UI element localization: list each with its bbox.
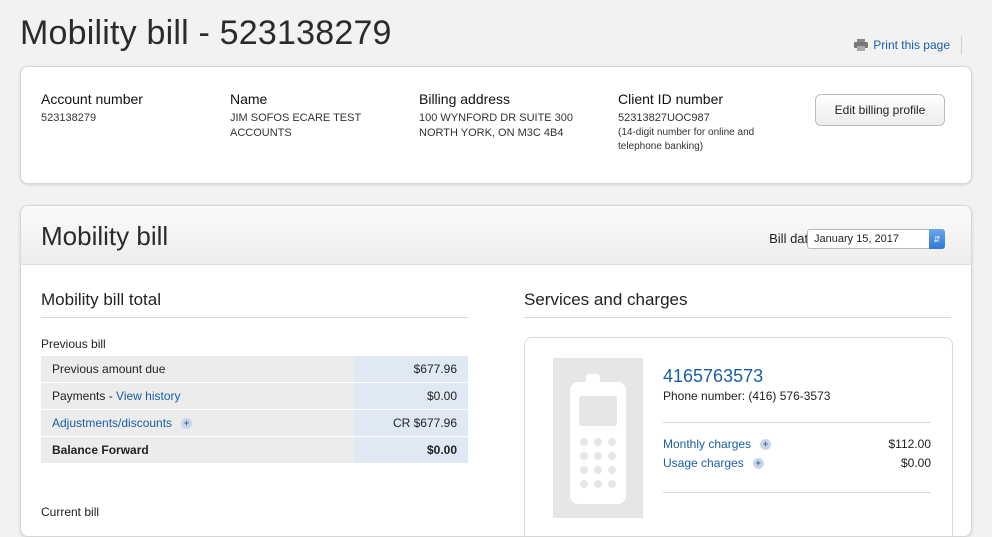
client-id-label: Client ID number <box>618 91 724 107</box>
expand-plus-icon[interactable]: + <box>760 439 772 451</box>
expand-plus-icon[interactable]: + <box>181 418 193 430</box>
account-number-value: 523138279 <box>41 112 97 124</box>
monthly-charges-value: $112.00 <box>888 437 932 451</box>
bill-section-title: Mobility bill <box>41 221 169 251</box>
select-arrows-icon: ⇵ <box>929 229 945 249</box>
bill-date-select[interactable]: January 15, 2017 ⇵ <box>807 229 945 249</box>
bill-total-title: Mobility bill total <box>41 290 161 309</box>
billing-address-value: 100 WYNFORD DR SUITE 300 NORTH YORK, ON … <box>419 112 574 139</box>
table-row: Previous amount due $677.96 <box>41 356 468 383</box>
usage-charges-row: Usage charges + $0.00 <box>663 456 931 470</box>
mobility-bill-card: Mobility bill Bill date: January 15, 201… <box>20 205 972 537</box>
name-label: Name <box>230 91 268 107</box>
billing-address-label: Billing address <box>419 91 511 107</box>
print-page-label: Print this page <box>873 38 950 52</box>
previous-bill-label: Previous bill <box>41 337 106 351</box>
printer-icon <box>854 39 869 51</box>
bill-header: Mobility bill Bill date: January 15, 201… <box>21 206 971 265</box>
phone-number-detail: Phone number: (416) 576-3573 <box>663 389 831 403</box>
account-info-card: Account number 523138279 Name JIM SOFOS … <box>20 66 972 184</box>
previous-amount-value: $677.96 <box>354 356 468 383</box>
account-number-block: Account number 523138279 <box>41 91 143 126</box>
service-card: 4165763573 Phone number: (416) 576-3573 … <box>524 337 953 536</box>
client-id-value: 52313827UOC987 <box>618 112 710 124</box>
phone-number-link[interactable]: 4165763573 <box>663 366 763 387</box>
payments-value: $0.00 <box>354 382 468 410</box>
table-row: Adjustments/discounts + CR $677.96 <box>41 409 468 437</box>
balance-forward-value: $0.00 <box>354 436 468 464</box>
table-row: Balance Forward $0.00 <box>41 436 468 464</box>
view-history-link[interactable]: View history <box>116 389 180 403</box>
previous-amount-label: Previous amount due <box>41 356 354 383</box>
bill-total-divider <box>41 317 468 318</box>
usage-charges-value: $0.00 <box>900 456 931 470</box>
name-value: JIM SOFOS ECARE TEST ACCOUNTS <box>230 112 362 139</box>
balance-forward-label: Balance Forward <box>41 436 354 464</box>
page-title: Mobility bill - 523138279 <box>20 14 392 52</box>
bill-date-value: January 15, 2017 <box>814 233 900 245</box>
payments-cell: Payments - View history <box>41 382 354 410</box>
monthly-charges-link[interactable]: Monthly charges <box>663 437 751 451</box>
expand-plus-icon[interactable]: + <box>752 458 764 470</box>
mobile-phone-icon <box>553 358 643 518</box>
adjustments-value: CR $677.96 <box>354 409 468 437</box>
service-divider <box>663 422 931 423</box>
services-title: Services and charges <box>524 290 688 309</box>
services-divider <box>524 317 951 318</box>
previous-bill-table: Previous amount due $677.96 Payments - V… <box>41 356 468 464</box>
name-block: Name JIM SOFOS ECARE TEST ACCOUNTS <box>230 91 361 141</box>
table-row: Payments - View history $0.00 <box>41 382 468 410</box>
monthly-charges-cell: Monthly charges + <box>663 437 772 451</box>
monthly-charges-row: Monthly charges + $112.00 <box>663 437 931 451</box>
current-bill-label: Current bill <box>41 505 100 519</box>
print-page-link[interactable]: Print this page <box>854 38 950 52</box>
usage-charges-cell: Usage charges + <box>663 456 764 470</box>
usage-charges-link[interactable]: Usage charges <box>663 456 744 470</box>
account-number-label: Account number <box>41 91 143 107</box>
edit-billing-profile-button[interactable]: Edit billing profile <box>815 94 945 126</box>
adjustments-link[interactable]: Adjustments/discounts <box>52 416 172 430</box>
print-divider <box>961 36 962 54</box>
client-id-block: Client ID number 52313827UOC987 (14-digi… <box>618 91 754 154</box>
client-id-note: (14-digit number for online and telephon… <box>618 127 755 152</box>
service-divider <box>663 492 931 493</box>
adjustments-cell: Adjustments/discounts + <box>41 409 354 437</box>
payments-label: Payments - <box>52 389 117 403</box>
billing-address-block: Billing address 100 WYNFORD DR SUITE 300… <box>419 91 573 141</box>
